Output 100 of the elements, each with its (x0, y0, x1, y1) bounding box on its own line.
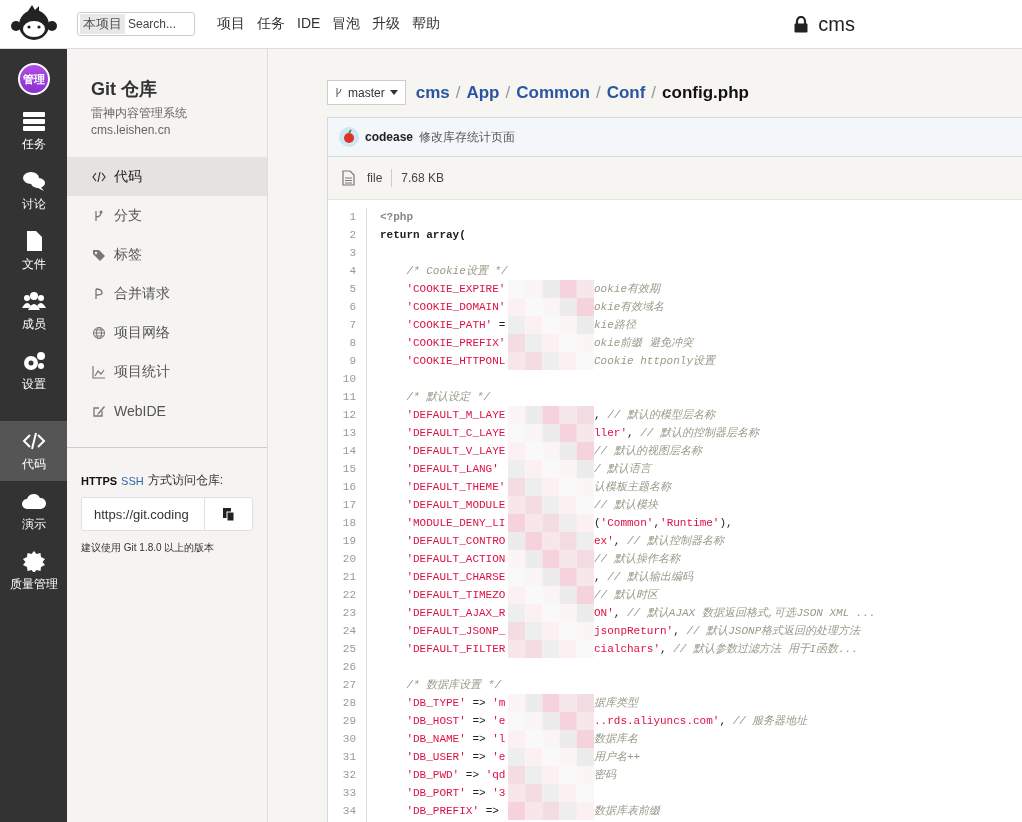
search-field[interactable]: 本项目 Search... (77, 12, 195, 36)
code-string: 'l (492, 732, 506, 747)
rail-item[interactable]: 文件 (0, 221, 67, 281)
caret-icon (389, 90, 398, 95)
code-text: , (673, 624, 681, 639)
line-number: 4 (348, 264, 357, 279)
breadcrumb-link[interactable]: Common (516, 82, 590, 103)
file-size: 7.68 KB (401, 171, 445, 185)
code-string: jsonpReturn' (594, 624, 674, 639)
version-hint: 建议使用 Git 1.8.0 以上的版本 (81, 541, 216, 555)
apple-avatar-icon (339, 127, 359, 147)
sidebar-item[interactable]: 分支 (67, 196, 267, 235)
document-icon (342, 170, 355, 186)
nav-link[interactable]: 冒泡 (332, 15, 361, 33)
code-comment: 据库类型 (594, 696, 638, 711)
code-text: => (471, 786, 487, 801)
code-comment: // 默认的视图层名称 (594, 444, 702, 459)
code-text: = (497, 318, 506, 333)
code-comment: // 默认操作名称 (594, 552, 680, 567)
code-text: ( (594, 516, 601, 531)
breadcrumb-link[interactable]: App (466, 82, 500, 103)
globe-icon (92, 325, 106, 340)
breadcrumb-separator: / (505, 82, 511, 103)
code-string: 'DEFAULT_V_LAYE (405, 444, 506, 459)
code-comment: 数据库表前缀 (594, 804, 660, 819)
commit-author[interactable]: codease (365, 130, 414, 144)
settings-icon (21, 349, 46, 372)
nav-link[interactable]: IDE (297, 15, 321, 33)
rail-item[interactable]: 代码 (0, 421, 67, 481)
protocol-link[interactable]: HTTPS (81, 474, 118, 487)
line-number: 9 (348, 354, 357, 369)
code-string: ON' (594, 606, 614, 621)
breadcrumb-link[interactable]: Conf (606, 82, 646, 103)
nav-link[interactable]: 任务 (257, 15, 285, 33)
sidebar-item[interactable]: 项目统计 (67, 352, 267, 391)
nav-link[interactable]: 项目 (217, 15, 245, 33)
file-type: file (367, 171, 383, 185)
code-comment: 认模板主题名称 (594, 480, 671, 495)
line-number: 12 (341, 408, 357, 423)
line-number: 7 (348, 318, 357, 333)
code-text: , (613, 606, 622, 621)
line-number: 1 (348, 210, 357, 225)
chat-icon (21, 169, 46, 192)
code-string: 'DEFAULT_THEME' (405, 480, 506, 495)
line-number: 26 (341, 660, 357, 675)
code-comment: // 默认控制器名称 (627, 534, 724, 549)
sidebar-item[interactable]: 合并请求 (67, 274, 267, 313)
code-comment: ookie有效期 (594, 282, 660, 297)
clone-label: 方式访问仓库: (147, 472, 224, 489)
code-string: 'DB_PWD' (405, 768, 460, 783)
rail-item[interactable]: 成员 (0, 281, 67, 341)
code-comment: 密码 (594, 768, 616, 783)
line-number: 31 (341, 750, 357, 765)
url-input[interactable]: https://git.coding (82, 498, 205, 530)
code-text: , (594, 570, 602, 585)
line-number: 5 (348, 282, 357, 297)
rail-item[interactable]: 设置 (0, 341, 67, 401)
sidebar-item[interactable]: 代码 (67, 157, 267, 196)
line-number: 23 (341, 606, 357, 621)
line-number: 11 (341, 390, 357, 405)
code-string: 'DB_PORT' (405, 786, 466, 801)
line-number: 10 (341, 372, 357, 387)
line-number: 15 (341, 462, 357, 477)
line-number: 14 (341, 444, 357, 459)
avatar[interactable]: 管理 (17, 63, 50, 95)
line-number: 30 (341, 732, 357, 747)
code-text: => (464, 768, 481, 783)
chart-icon (92, 364, 106, 379)
code-string: 'qd (485, 768, 506, 783)
line-number: 3 (348, 246, 357, 261)
code-string: 'm (492, 696, 506, 711)
seal-icon (21, 549, 46, 572)
line-number: 17 (341, 498, 357, 513)
rail-item[interactable]: 讨论 (0, 161, 67, 221)
code-string: 'DEFAULT_AJAX_R (405, 606, 506, 621)
sidebar-item[interactable]: 项目网络 (67, 313, 267, 352)
code-string: 'e (492, 750, 506, 765)
code-comment: kie路径 (594, 318, 636, 333)
rail-item[interactable]: 任务 (0, 101, 67, 161)
rail-item[interactable]: 质量管理 (0, 541, 67, 601)
code-string: 'MODULE_DENY_LI (405, 516, 506, 531)
sidebar-item[interactable]: 标签 (67, 235, 267, 274)
line-number: 13 (341, 426, 357, 441)
code-string: ller' (594, 426, 627, 441)
code-string: 'Runtime' (660, 516, 720, 531)
line-number: 21 (341, 570, 357, 585)
file-name: config.php (662, 82, 749, 103)
protocol-link[interactable]: SSH (121, 474, 144, 487)
breadcrumb-link[interactable]: cms (415, 82, 450, 103)
nav-link[interactable]: 升级 (372, 15, 401, 33)
rail-item[interactable]: 演示 (0, 481, 67, 541)
code-comment: // 默认JSONP格式返回的处理方法 (686, 624, 861, 639)
code-comment: // 默认AJAX 数据返回格式,可选JSON XML ... (627, 606, 876, 621)
code-comment: // 默认输出编码 (607, 570, 693, 585)
repo-title: Git 仓库 (91, 78, 158, 101)
branch-dropdown[interactable]: master (327, 80, 406, 105)
sidebar-item[interactable]: WebIDE (67, 391, 267, 430)
clone-url-field[interactable]: https://git.coding (81, 497, 253, 531)
scope-label: 本项目 (80, 14, 125, 34)
nav-link[interactable]: 帮助 (412, 15, 441, 33)
